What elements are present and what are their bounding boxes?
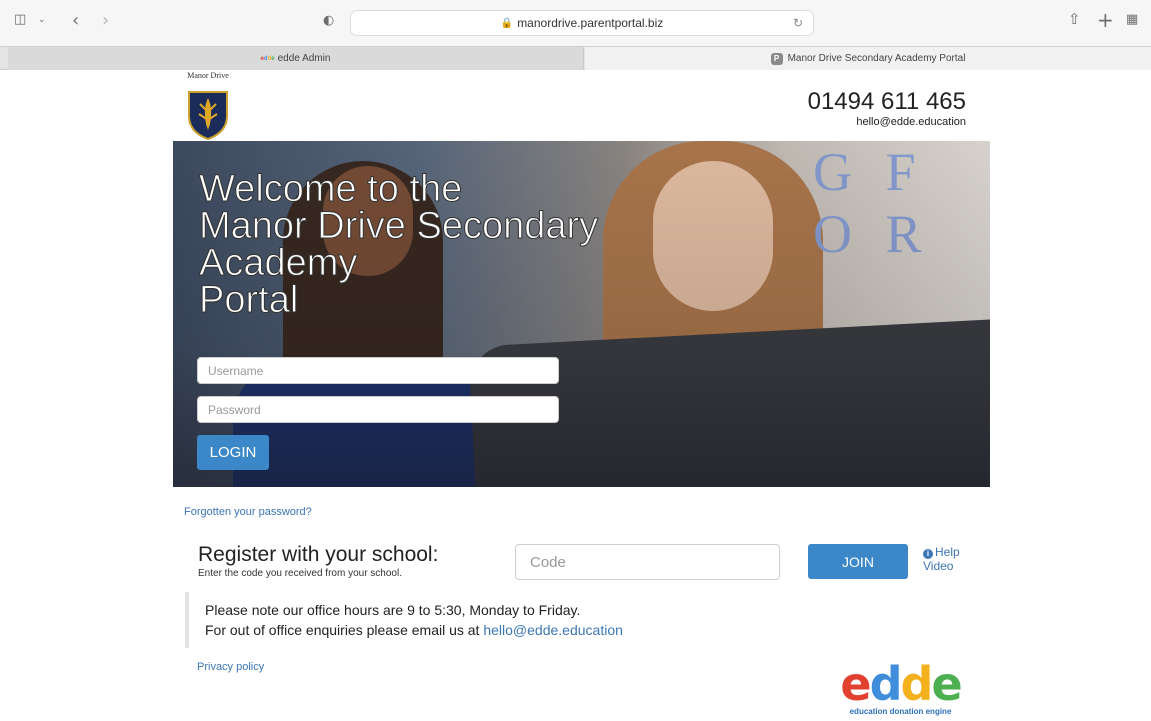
tab-label: Manor Drive Secondary Academy Portal (787, 53, 966, 64)
contact-email-link[interactable]: hello@edde.education (483, 622, 623, 638)
hero-banner: G F O R Welcome to the Manor Drive Secon… (173, 141, 990, 487)
portal-favicon-icon: P (770, 52, 783, 65)
office-hours-note: Please note our office hours are 9 to 5:… (185, 592, 745, 648)
note-line-1: Please note our office hours are 9 to 5:… (205, 602, 581, 618)
chevron-down-icon[interactable]: ⌄ (38, 15, 46, 25)
join-button[interactable]: JOIN (808, 544, 908, 579)
username-input[interactable]: Username (197, 357, 559, 384)
help-video-link[interactable]: i Help Video (923, 545, 973, 573)
reload-icon[interactable]: ↻ (793, 16, 803, 30)
tab-overview-icon[interactable]: ▦ (1126, 12, 1138, 27)
lock-icon: 🔒 (500, 17, 514, 29)
login-button[interactable]: LOGIN (197, 435, 269, 470)
address-bar[interactable]: 🔒 manordrive.parentportal.biz ↻ (350, 10, 814, 36)
edde-favicon-icon: edde (260, 55, 275, 62)
header-email: hello@edde.education (856, 116, 966, 128)
sidebar-icon[interactable]: ◫ (14, 12, 26, 27)
forward-icon[interactable]: › (102, 10, 109, 31)
note-line-2: For out of office enquiries please email… (205, 622, 623, 638)
code-input[interactable]: Code (515, 544, 780, 580)
browser-toolbar: ◫ ⌄ ‹ › ◐ 🔒 manordrive.parentportal.biz … (0, 0, 1151, 46)
edde-tagline: education donation engine (849, 707, 952, 716)
forgot-password-link[interactable]: Forgotten your password? (184, 506, 312, 518)
back-icon[interactable]: ‹ (72, 10, 79, 31)
shield-icon[interactable]: ◐ (323, 13, 334, 28)
tab-edde-admin[interactable]: edde edde Admin (8, 47, 584, 70)
tab-portal[interactable]: P Manor Drive Secondary Academy Portal (585, 47, 1151, 70)
tab-label: edde Admin (277, 53, 331, 64)
register-subtitle: Enter the code you received from your sc… (198, 568, 402, 579)
new-tab-icon[interactable]: + (1097, 8, 1114, 32)
phone-number: 01494 611 465 (807, 88, 966, 115)
register-title: Register with your school: (198, 543, 439, 566)
tab-strip: edde edde Admin P Manor Drive Secondary … (0, 46, 1151, 70)
share-icon[interactable]: ⇧ (1068, 10, 1081, 28)
school-crest-logo: Manor Drive (186, 72, 230, 140)
privacy-policy-link[interactable]: Privacy policy (197, 661, 264, 673)
hero-title: Welcome to the Manor Drive Secondary Aca… (198, 168, 599, 321)
edde-logo: edde education donation engine (833, 661, 968, 716)
password-input[interactable]: Password (197, 396, 559, 423)
info-icon: i (923, 549, 933, 559)
url-text: manordrive.parentportal.biz (517, 16, 664, 30)
